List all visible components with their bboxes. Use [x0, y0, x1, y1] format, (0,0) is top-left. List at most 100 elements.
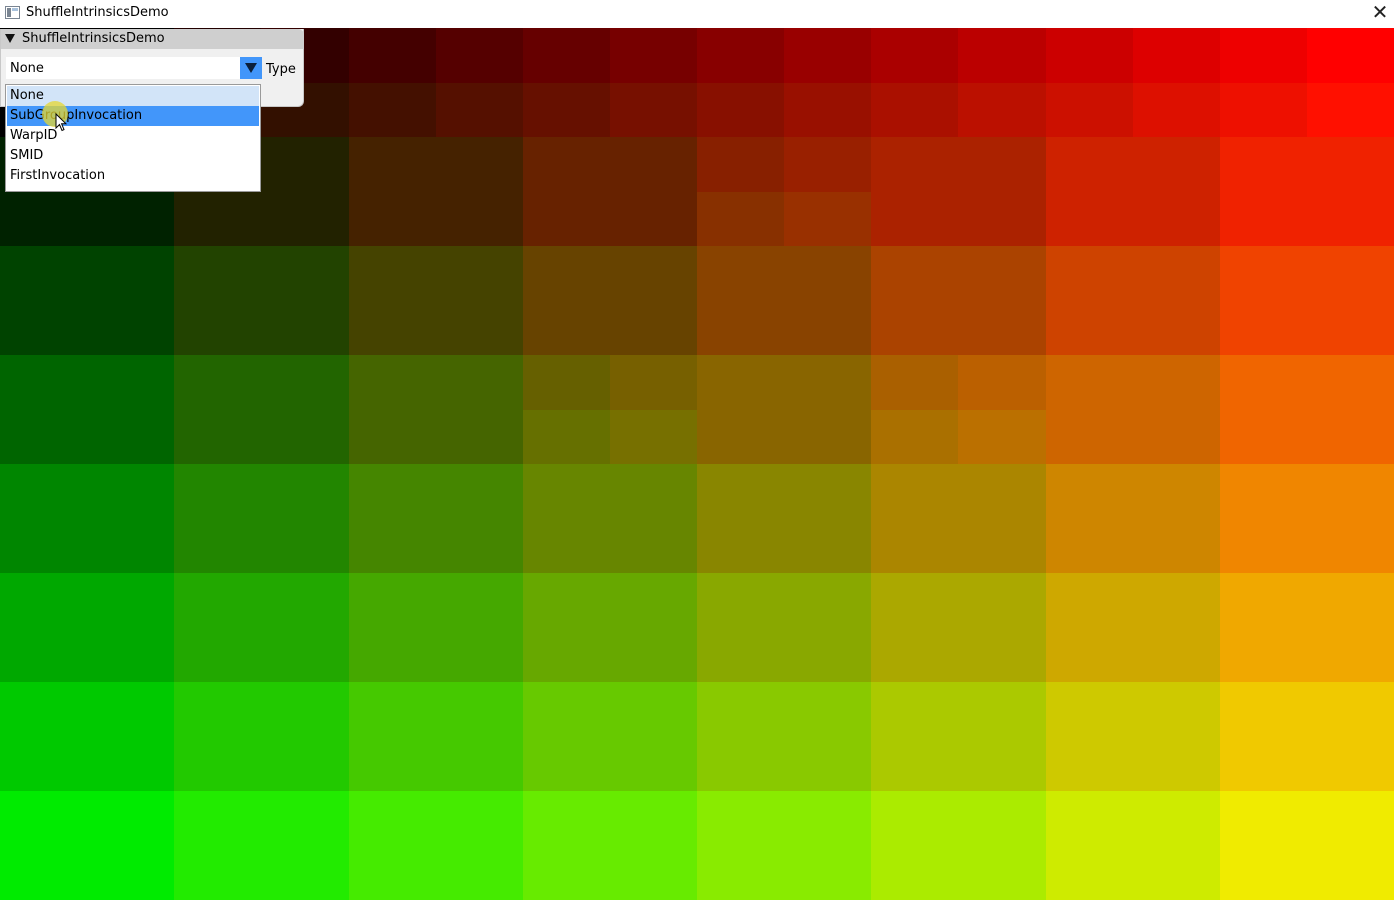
shader-tile — [1306, 82, 1394, 139]
shader-tile — [0, 246, 176, 356]
type-dropdown-list: None SubGroupInvocation WarpID SMID Firs… — [5, 84, 261, 192]
combo-arrow-button[interactable] — [240, 57, 262, 79]
shader-tile — [348, 682, 525, 792]
shader-tile — [697, 82, 786, 139]
shader-tile — [174, 464, 351, 574]
shader-tile — [871, 246, 1048, 356]
window-title: ShuffleIntrinsicsDemo — [26, 5, 169, 20]
shader-tile — [697, 464, 873, 574]
panel-header[interactable]: ShuffleIntrinsicsDemo — [1, 29, 304, 49]
shader-tile — [522, 82, 612, 139]
shader-tile — [1045, 682, 1222, 792]
shader-tile — [348, 464, 525, 574]
shader-tile — [0, 791, 176, 900]
shader-tile — [958, 355, 1048, 411]
shader-tile — [871, 28, 961, 84]
shader-tile — [871, 409, 961, 466]
shader-tile — [871, 137, 1048, 247]
shader-tile — [1219, 464, 1394, 574]
shader-tile — [1219, 355, 1394, 465]
shader-tile — [784, 82, 874, 139]
shader-tile — [609, 409, 699, 466]
shader-tile — [522, 355, 612, 411]
shader-tile — [1219, 573, 1394, 683]
shader-tile — [1219, 246, 1394, 356]
combo-label: Type — [266, 62, 296, 77]
combo-current-value: None — [10, 61, 44, 76]
shader-tile — [348, 355, 525, 465]
option-warpid[interactable]: WarpID — [7, 126, 259, 146]
shader-tile — [871, 791, 1048, 900]
panel-title: ShuffleIntrinsicsDemo — [22, 31, 165, 46]
shader-tile — [871, 82, 961, 139]
shader-tile — [697, 682, 873, 792]
shader-tile — [1045, 82, 1135, 139]
shader-tile — [697, 28, 786, 84]
shader-tile — [522, 682, 699, 792]
shader-tile — [609, 82, 699, 139]
shader-tile — [1219, 137, 1394, 247]
shader-tile — [958, 409, 1048, 466]
mouse-cursor-icon — [55, 113, 67, 132]
option-smid[interactable]: SMID — [7, 146, 259, 166]
shader-tile — [871, 464, 1048, 574]
shader-tile — [609, 28, 699, 84]
close-button[interactable]: ✕ — [1366, 0, 1394, 28]
shader-tile — [0, 355, 176, 465]
triangle-down-icon[interactable] — [5, 34, 15, 43]
type-combo[interactable]: None — [6, 57, 262, 79]
shader-tile — [1045, 355, 1222, 465]
shader-tile — [348, 573, 525, 683]
shader-tile — [697, 246, 873, 356]
shader-tile — [1045, 791, 1222, 900]
shader-tile — [958, 82, 1048, 139]
shader-tile — [435, 82, 525, 139]
shader-tile — [0, 464, 176, 574]
shader-tile — [1045, 246, 1222, 356]
shader-tile — [1306, 28, 1394, 84]
shader-tile — [1132, 82, 1222, 139]
shader-tile — [1045, 464, 1222, 574]
shader-tile — [174, 682, 351, 792]
shader-tile — [697, 355, 873, 465]
shader-tile — [1219, 82, 1309, 139]
shader-tile — [348, 791, 525, 900]
shader-tile — [348, 137, 525, 247]
shader-tile — [609, 355, 699, 411]
shader-tile — [1045, 573, 1222, 683]
shader-tile — [0, 682, 176, 792]
shader-tile — [435, 28, 525, 84]
shader-tile — [522, 464, 699, 574]
shader-tile — [174, 791, 351, 900]
shader-tile — [958, 28, 1048, 84]
shader-tile — [522, 573, 699, 683]
shader-tile — [522, 791, 699, 900]
shader-tile — [0, 573, 176, 683]
shader-tile — [522, 137, 699, 247]
shader-tile — [1132, 28, 1222, 84]
shader-tile — [348, 246, 525, 356]
triangle-down-icon — [245, 63, 257, 73]
shader-tile — [174, 246, 351, 356]
shader-tile — [522, 246, 699, 356]
shader-tile — [697, 137, 786, 193]
shader-tile — [871, 682, 1048, 792]
shader-tile — [784, 137, 874, 193]
shader-tile — [1219, 682, 1394, 792]
shader-tile — [871, 355, 961, 411]
shader-tile — [697, 791, 873, 900]
shader-tile — [784, 28, 874, 84]
shader-tile — [1219, 791, 1394, 900]
option-firstinvocation[interactable]: FirstInvocation — [7, 166, 259, 186]
option-none[interactable]: None — [7, 86, 259, 106]
shader-tile — [1045, 137, 1222, 247]
shader-tile — [522, 28, 612, 84]
shader-tile — [871, 573, 1048, 683]
shader-tile — [174, 355, 351, 465]
shader-tile — [784, 191, 874, 248]
shader-tile — [697, 573, 873, 683]
shader-tile — [1045, 28, 1135, 84]
shader-tile — [1219, 28, 1309, 84]
title-bar: ShuffleIntrinsicsDemo ✕ — [0, 0, 1394, 28]
app-window-icon — [5, 6, 20, 19]
